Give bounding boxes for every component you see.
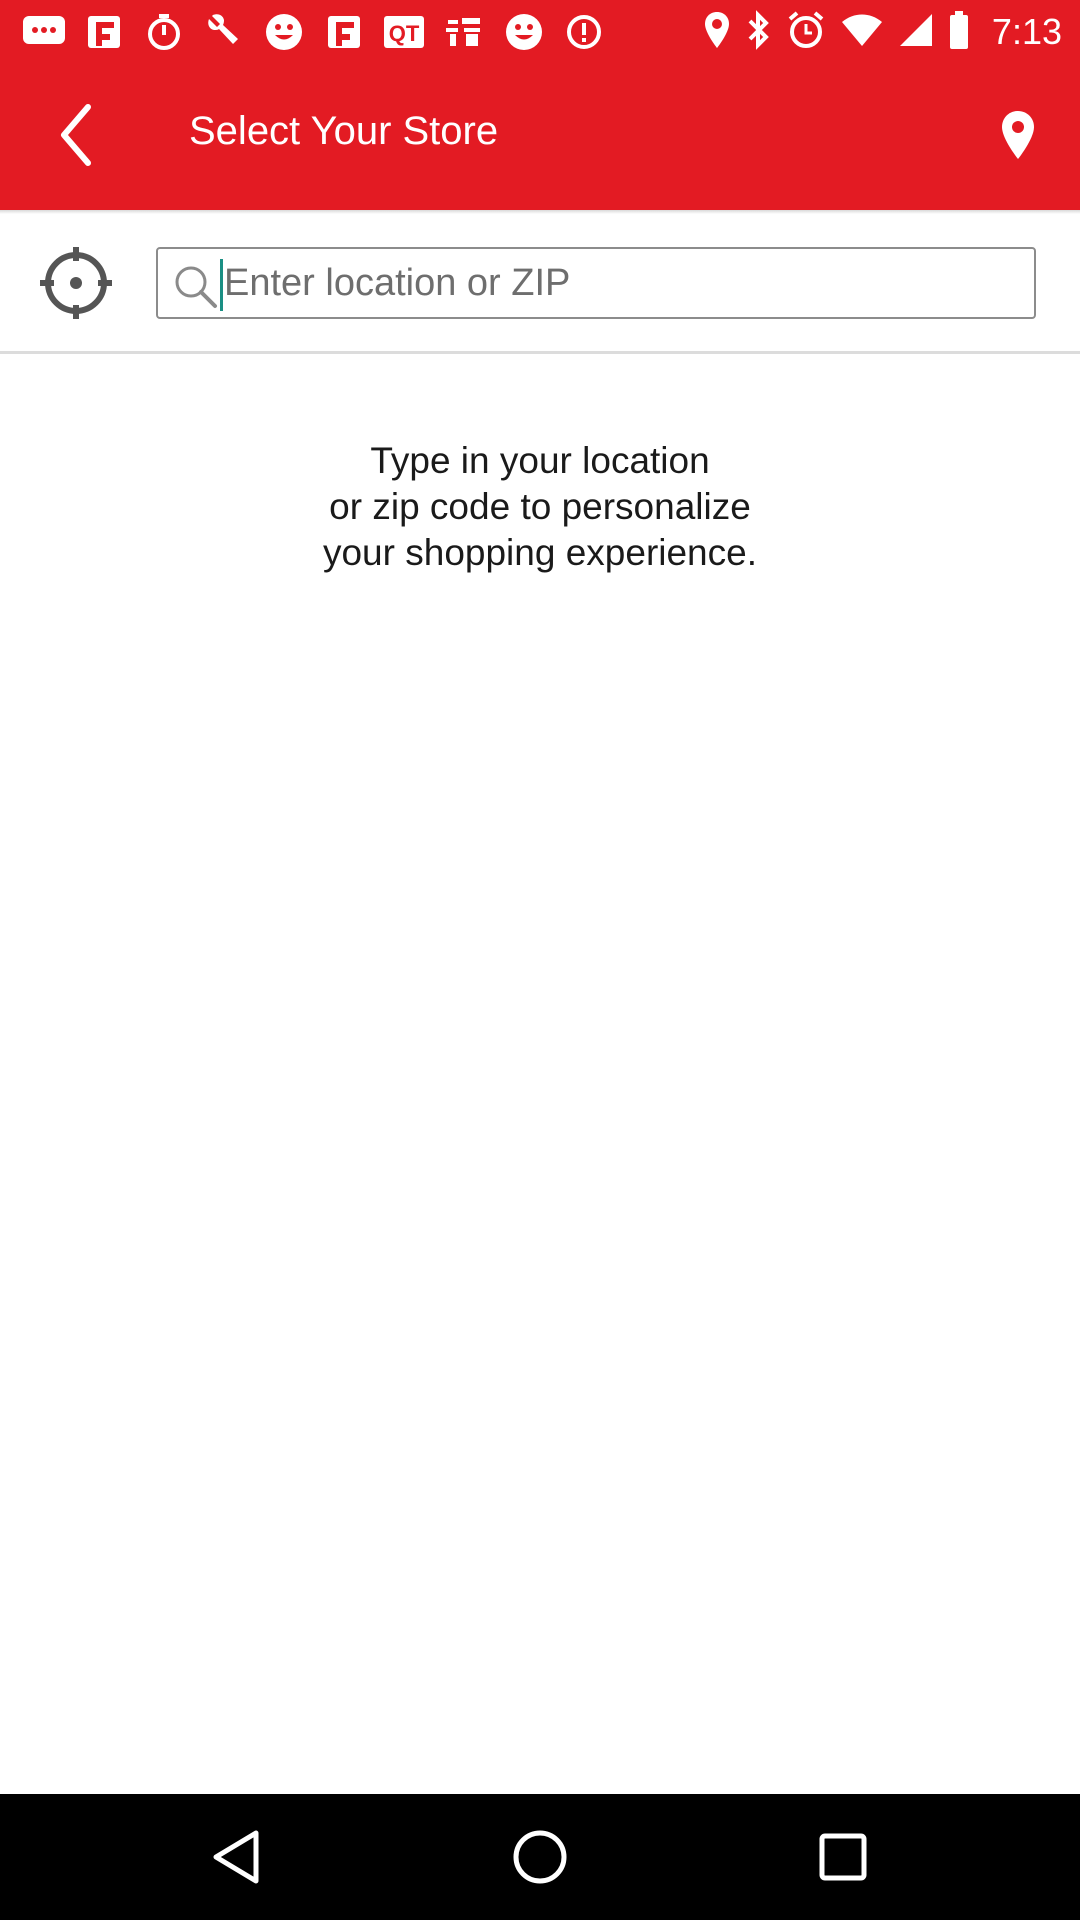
wifi-icon: [840, 12, 884, 53]
stopwatch-icon: [142, 10, 186, 54]
app-bar: Select Your Store: [0, 63, 1080, 210]
empty-state-message: Type in your location or zip code to per…: [322, 440, 757, 573]
square-recents-icon: [819, 1833, 867, 1881]
flipboard-icon: [322, 10, 366, 54]
text-cursor: [220, 259, 223, 311]
nav-recents-button[interactable]: [808, 1822, 878, 1892]
search-row: [0, 214, 1080, 352]
flipboard-icon: [82, 10, 126, 54]
circle-home-icon: [513, 1830, 567, 1884]
notification-icons: QT: [22, 8, 606, 56]
clock: 7:13: [991, 11, 1062, 52]
system-status-icons: 7:13: [702, 8, 1062, 56]
divider: [0, 351, 1080, 354]
page-title: Select Your Store: [189, 109, 499, 153]
crosshair-icon: [40, 247, 112, 319]
use-current-location-button[interactable]: [38, 245, 114, 321]
info-icon: [562, 10, 606, 54]
nav-back-button[interactable]: [201, 1822, 271, 1892]
bluetooth-icon: [746, 9, 772, 55]
qt-icon: QT: [382, 10, 426, 54]
nav-home-button[interactable]: [505, 1822, 575, 1892]
search-box[interactable]: [156, 247, 1036, 319]
wrench-icon: [202, 10, 246, 54]
svg-text:QT: QT: [389, 21, 420, 46]
chevron-left-icon: [61, 104, 91, 166]
messages-icon: [22, 10, 66, 54]
triangle-back-icon: [213, 1830, 259, 1884]
smiley-icon: [262, 10, 306, 54]
location-icon: [702, 10, 732, 55]
search-icon: [175, 266, 217, 308]
taobao-icon: [442, 10, 486, 54]
map-pin-icon: [1002, 111, 1034, 159]
alarm-icon: [786, 10, 826, 55]
system-navigation-bar: [0, 1794, 1080, 1920]
store-map-button[interactable]: [978, 93, 1058, 177]
battery-icon: [948, 10, 970, 55]
status-bar: QT 7:13: [0, 0, 1080, 63]
back-button[interactable]: [36, 95, 116, 175]
location-zip-input[interactable]: [218, 249, 1024, 317]
smiley-icon: [502, 10, 546, 54]
signal-icon: [898, 12, 934, 53]
